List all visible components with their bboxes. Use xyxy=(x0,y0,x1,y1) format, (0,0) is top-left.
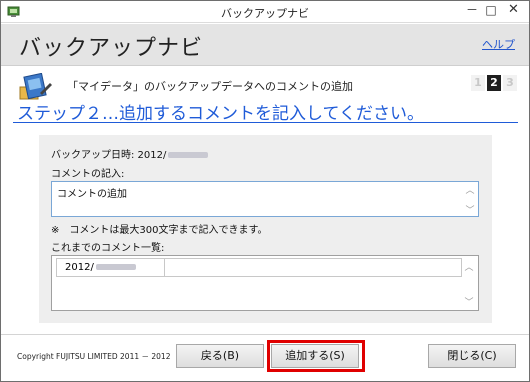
header-divider xyxy=(13,122,518,123)
redacted-date xyxy=(95,264,136,270)
scroll-down-icon[interactable]: ﹀ xyxy=(465,203,475,216)
close-window-button[interactable]: ✕ xyxy=(498,1,529,21)
step-indicator: 1 2 3 xyxy=(471,75,517,91)
list-scroll-down-icon[interactable]: ﹀ xyxy=(464,295,474,308)
step-instruction: ステップ２…追加するコメントを記入してください。 xyxy=(17,104,424,124)
task-title: 「マイデータ」のバックアップデータへのコメントの追加 xyxy=(67,80,353,93)
help-link[interactable]: ヘルプ xyxy=(482,36,515,52)
app-header: バックアップナビ ヘルプ xyxy=(1,24,529,66)
backup-navi-window: バックアップナビ － □ ✕ バックアップナビ ヘルプ 「マイデータ」のバックア… xyxy=(0,0,530,382)
step-1: 1 xyxy=(471,75,485,91)
backup-date-label: バックアップ日時: 2012/ xyxy=(51,146,209,161)
back-button[interactable]: 戻る(B) xyxy=(176,344,264,368)
list-scroll-up-icon[interactable]: ︿ xyxy=(464,260,474,273)
comment-input[interactable]: コメントの追加 ︿ ﹀ xyxy=(51,181,479,217)
title-bar: バックアップナビ － □ ✕ xyxy=(1,1,529,23)
comment-label: コメントの記入: xyxy=(51,169,125,180)
scroll-up-icon[interactable]: ︿ xyxy=(465,183,475,196)
history-label: これまでのコメント一覧: xyxy=(51,243,165,254)
copyright-text: Copyright FUJITSU LIMITED 2011 － 2012 xyxy=(17,352,171,361)
character-limit-note: ※ コメントは最大300文字まで記入できます。 xyxy=(51,225,268,236)
highlight-box xyxy=(267,340,365,372)
step-2-current: 2 xyxy=(487,75,501,91)
footer-divider xyxy=(1,334,529,335)
comment-history-list[interactable]: 2012/ ︿ ﹀ xyxy=(51,255,479,311)
comment-text: コメントの追加 xyxy=(57,189,127,200)
redacted-date xyxy=(168,152,209,158)
comment-panel: バックアップ日時: 2012/ コメントの記入: コメントの追加 ︿ ﹀ ※ コ… xyxy=(39,135,492,323)
history-date-cell: 2012/ xyxy=(57,259,165,276)
step-3: 3 xyxy=(503,75,517,91)
close-button[interactable]: 閉じる(C) xyxy=(428,344,516,368)
window-title: バックアップナビ xyxy=(221,7,309,20)
app-heading: バックアップナビ xyxy=(19,36,204,61)
history-row[interactable]: 2012/ xyxy=(56,258,462,277)
